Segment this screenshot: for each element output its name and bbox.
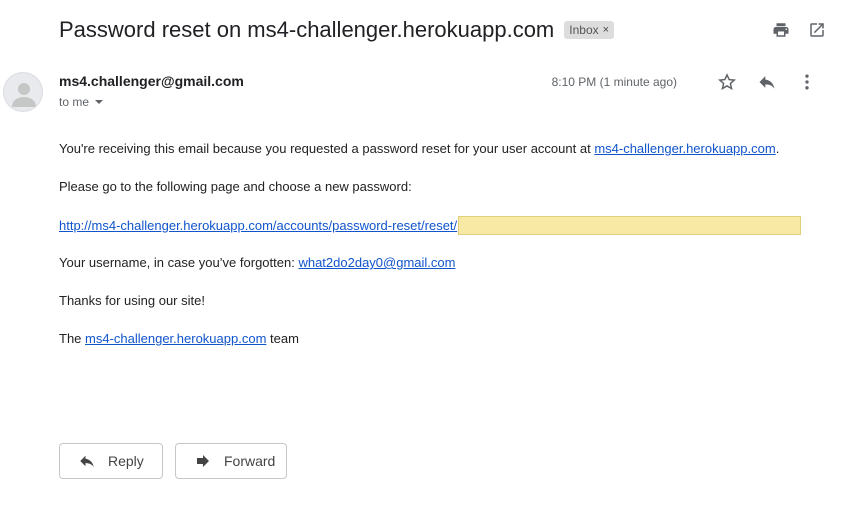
body-line-username: Your username, in case you’ve forgotten:…: [59, 254, 839, 292]
email-body: You're receiving this email because you …: [59, 140, 839, 368]
message-meta: 8:10 PM (1 minute ago): [552, 72, 817, 92]
signoff-suffix: team: [266, 331, 299, 346]
redacted-token: [458, 216, 802, 235]
remove-label-button[interactable]: ×: [603, 24, 609, 36]
chevron-down-icon: [95, 100, 104, 104]
print-icon[interactable]: [771, 20, 791, 40]
inbox-label-chip[interactable]: Inbox ×: [564, 21, 615, 39]
username-email-link[interactable]: what2do2day0@gmail.com: [298, 255, 455, 270]
signoff-prefix: The: [59, 331, 86, 346]
reply-arrow-icon: [78, 452, 96, 470]
body-line-signoff: The ms4-challenger.herokuapp.com team: [59, 330, 839, 368]
signoff-site-link[interactable]: ms4-challenger.herokuapp.com: [85, 331, 266, 346]
forward-button-label: Forward: [224, 453, 276, 469]
username-text: Your username, in case you’ve forgotten:: [59, 255, 299, 270]
body-line-reset-link: http://ms4-challenger.herokuapp.com/acco…: [59, 216, 839, 254]
recipient-details-toggle[interactable]: to me: [59, 95, 244, 109]
person-icon: [12, 83, 36, 107]
email-subject: Password reset on ms4-challenger.herokua…: [59, 17, 555, 42]
sender-address[interactable]: ms4.challenger@gmail.com: [59, 73, 244, 89]
open-in-new-window-icon[interactable]: [807, 20, 827, 40]
body-line-thanks: Thanks for using our site!: [59, 293, 205, 308]
body-line-instruction: Please go to the following page and choo…: [59, 179, 412, 194]
password-reset-link[interactable]: http://ms4-challenger.herokuapp.com/acco…: [59, 218, 457, 233]
forward-arrow-icon: [194, 452, 212, 470]
sender-block: ms4.challenger@gmail.com to me: [59, 73, 244, 109]
message-time: 8:10 PM (1 minute ago): [551, 75, 677, 89]
inbox-label-text: Inbox: [569, 23, 599, 37]
reply-icon[interactable]: [757, 72, 777, 92]
sender-avatar: [3, 72, 43, 112]
star-icon[interactable]: [717, 72, 737, 92]
forward-button[interactable]: Forward: [175, 443, 287, 479]
intro-period: .: [775, 141, 780, 156]
intro-text: You're receiving this email because you …: [59, 141, 595, 156]
more-options-icon[interactable]: [797, 72, 817, 92]
reply-button[interactable]: Reply: [59, 443, 163, 479]
top-actions: [771, 20, 827, 40]
site-link[interactable]: ms4-challenger.herokuapp.com: [594, 141, 775, 156]
body-line-intro: You're receiving this email because you …: [59, 140, 839, 178]
recipient-summary: to me: [59, 95, 90, 109]
reply-actions: Reply Forward: [59, 443, 287, 479]
reply-button-label: Reply: [108, 453, 144, 469]
subject-row: Password reset on ms4-challenger.herokua…: [59, 14, 837, 46]
